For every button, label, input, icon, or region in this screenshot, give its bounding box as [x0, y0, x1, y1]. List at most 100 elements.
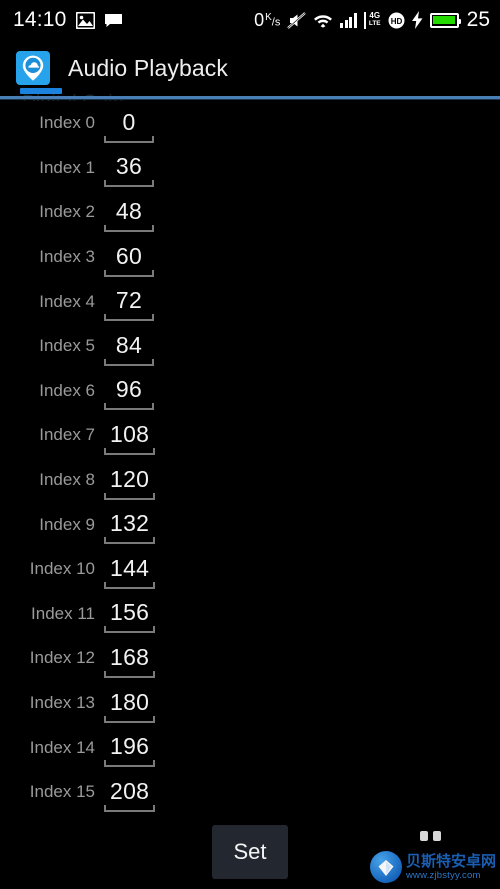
row-label: Index 2: [39, 202, 95, 222]
gain-input-value: 196: [110, 733, 150, 760]
input-underline: [104, 314, 154, 322]
mute-icon: [287, 11, 307, 29]
row-label: Index 14: [29, 737, 95, 757]
table-row: Index 3 60: [0, 235, 500, 280]
input-underline: [104, 760, 156, 768]
input-underline: [104, 135, 154, 143]
action-bar: Audio Playback: [0, 40, 500, 96]
status-bar: 14:10 0 K/s 4G LTE HD 25: [0, 0, 500, 40]
table-row: Index 14 196: [0, 725, 500, 770]
phone-screen: 14:10 0 K/s 4G LTE HD 25 Audio Playback …: [0, 0, 500, 889]
row-label: Index 4: [39, 291, 95, 311]
page-title: Audio Playback: [68, 54, 228, 81]
input-underline: [104, 715, 156, 723]
divider-line: [0, 96, 500, 100]
table-row: Index 10 144: [0, 547, 500, 592]
gain-input-value: 208: [110, 777, 150, 804]
row-label: Index 6: [39, 380, 95, 400]
site-watermark: 贝斯特安卓网 www.zjbstyy.com: [369, 851, 496, 883]
decoration-dots: [420, 831, 441, 841]
table-row: Index 11 156: [0, 592, 500, 637]
gain-input-4[interactable]: 72: [104, 287, 154, 322]
battery-percent: 25: [466, 8, 490, 31]
gain-input-9[interactable]: 132: [104, 510, 156, 545]
image-icon: [75, 11, 96, 29]
row-label: Index 7: [39, 425, 95, 445]
gain-input-11[interactable]: 156: [104, 601, 156, 634]
gain-input-12[interactable]: 168: [104, 643, 156, 678]
index-list[interactable]: Index 0 0 Index 1 36 Index 2 48 Index 3 60 Index…: [0, 101, 500, 820]
4g-lte-icon: 4G LTE: [363, 11, 381, 29]
row-label: Index 10: [29, 559, 95, 579]
gain-input-7[interactable]: 108: [104, 420, 156, 455]
status-bar-right: 0 K/s 4G LTE HD 25: [254, 8, 500, 32]
gain-input-value: 108: [110, 420, 150, 447]
row-label: Index 5: [39, 336, 95, 356]
gain-input-10[interactable]: 144: [104, 554, 156, 589]
table-row: Index 12 168: [0, 636, 500, 681]
network-rate: 0 K/s: [254, 10, 280, 31]
input-underline: [104, 269, 154, 277]
table-row: Index 1 36: [0, 146, 500, 191]
gain-input-value: 60: [115, 242, 143, 269]
hd-icon: HD: [388, 12, 405, 29]
signal-bars-icon: [340, 12, 357, 28]
table-row: Index 2 48: [0, 190, 500, 235]
charging-bolt-icon: [411, 11, 423, 29]
table-row: Index 7 108: [0, 413, 500, 458]
gain-input-2[interactable]: 48: [104, 197, 154, 232]
input-underline: [104, 537, 156, 545]
cloud-pin-icon: [16, 51, 50, 85]
watermark-url: www.zjbstyy.com: [405, 869, 481, 881]
input-underline: [104, 447, 156, 455]
row-label: Index 3: [39, 247, 95, 267]
input-underline: [104, 180, 154, 188]
network-rate-unit: K/s: [265, 11, 281, 29]
network-rate-value: 0: [254, 9, 265, 30]
gain-input-value: 48: [115, 197, 143, 224]
row-label: Index 12: [29, 648, 95, 668]
svg-text:HD: HD: [390, 17, 402, 26]
message-icon: [104, 13, 123, 28]
gain-input-3[interactable]: 60: [104, 242, 154, 277]
gain-input-14[interactable]: 196: [104, 733, 156, 768]
table-row: Index 5 84: [0, 324, 500, 369]
gain-input-value: 36: [115, 153, 143, 180]
watermark-site-name: 贝斯特安卓网: [405, 851, 496, 870]
gain-input-value: 0: [122, 108, 136, 135]
row-label: Index 1: [39, 157, 95, 177]
gain-input-value: 132: [110, 510, 150, 537]
gain-input-value: 120: [110, 465, 150, 492]
gain-input-8[interactable]: 120: [104, 465, 156, 500]
row-label: Index 15: [29, 782, 95, 802]
input-underline: [104, 358, 154, 366]
table-row: Index 0 0: [0, 101, 500, 146]
watermark-logo-icon: [369, 851, 402, 883]
gain-input-value: 72: [115, 287, 143, 314]
gain-input-5[interactable]: 84: [104, 333, 154, 366]
row-label: Index 9: [39, 514, 95, 534]
set-button[interactable]: Set: [212, 825, 288, 879]
input-underline: [104, 670, 156, 678]
gain-input-6[interactable]: 96: [104, 378, 154, 411]
table-row: Index 9 132: [0, 502, 500, 547]
table-row: Index 13 180: [0, 681, 500, 726]
input-underline: [104, 403, 154, 411]
gain-input-1[interactable]: 36: [104, 153, 154, 188]
input-underline: [104, 804, 156, 812]
table-row: Index 6 96: [0, 369, 500, 414]
input-underline: [104, 581, 156, 589]
status-bar-left: 14:10: [0, 8, 123, 32]
row-label: Index 13: [29, 693, 95, 713]
row-label: Index 8: [39, 470, 95, 490]
gain-input-value: 144: [110, 554, 150, 581]
gain-input-0[interactable]: 0: [104, 108, 154, 143]
input-underline: [104, 224, 154, 232]
gain-input-15[interactable]: 208: [104, 777, 156, 812]
gain-input-13[interactable]: 180: [104, 690, 156, 723]
table-row: Index 8 120: [0, 458, 500, 503]
tab-indicator[interactable]: [20, 88, 62, 94]
gain-input-value: 168: [110, 643, 150, 670]
table-row: Index 15 208: [0, 770, 500, 815]
row-label: Index 11: [31, 603, 95, 623]
